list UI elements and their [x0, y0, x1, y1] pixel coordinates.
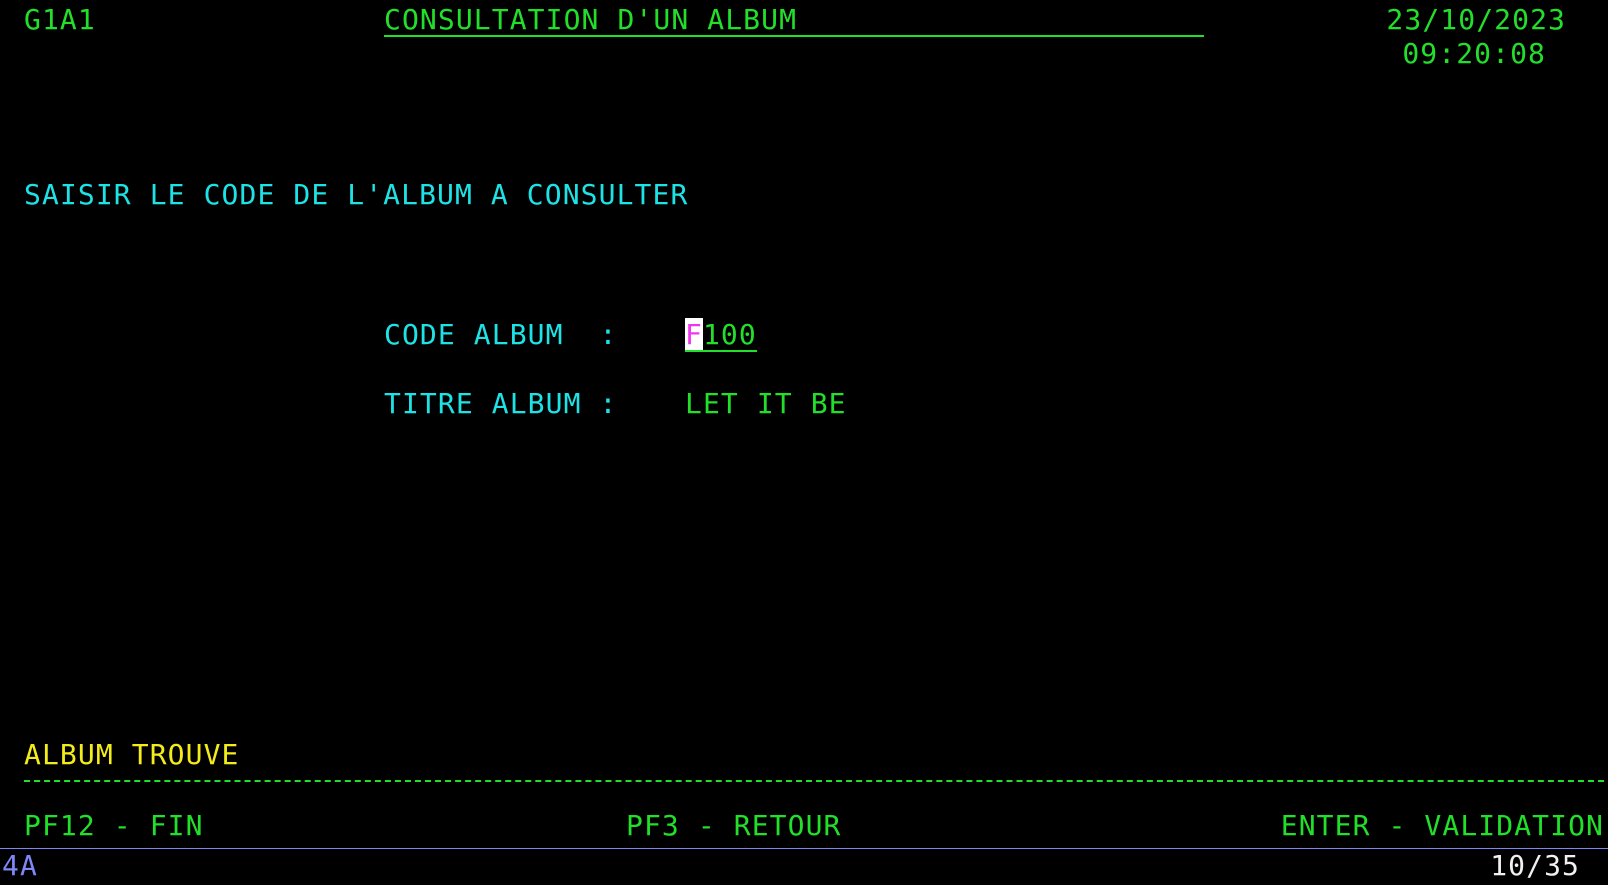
code-album-label: CODE ALBUM :	[384, 318, 618, 351]
cursor-position[interactable]: F	[685, 318, 703, 352]
separator-line	[24, 780, 1604, 782]
status-message: ALBUM TROUVE	[24, 738, 240, 771]
instruction-text: SAISIR LE CODE DE L'ALBUM A CONSULTER	[24, 178, 689, 211]
cursor-position-indicator: 10/35	[1490, 849, 1580, 882]
screen-id: G1A1	[24, 3, 96, 36]
enter-validate-key[interactable]: ENTER - VALIDATION	[1281, 809, 1604, 843]
time-display: 09:20:08	[1402, 37, 1546, 70]
pf12-end-key[interactable]: PF12 - FIN	[24, 809, 204, 843]
operator-status-bar: 4A 10/35	[0, 848, 1608, 885]
titre-album-value: LET IT BE	[685, 387, 847, 420]
code-album-input[interactable]: F 100	[685, 318, 757, 352]
code-album-value[interactable]: 100	[702, 318, 757, 352]
pf3-back-key[interactable]: PF3 - RETOUR	[626, 809, 842, 843]
date-display: 23/10/2023	[1386, 3, 1566, 36]
session-indicator: 4A	[2, 849, 38, 882]
screen-title: CONSULTATION D'UN ALBUM	[384, 3, 1204, 37]
titre-album-label: TITRE ALBUM :	[384, 387, 618, 420]
